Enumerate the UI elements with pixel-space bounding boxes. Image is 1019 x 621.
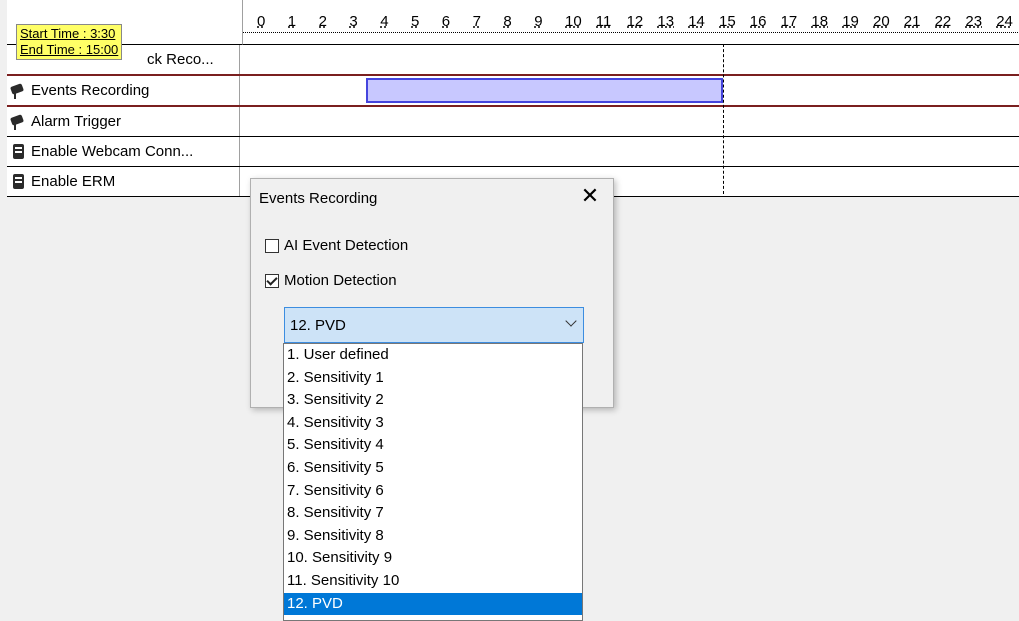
hour-tick-label: 22 [934,13,952,30]
dropdown-option[interactable]: 10. Sensitivity 9 [284,547,582,570]
time-tooltip: Start Time : 3:30 End Time : 15:00 [16,24,123,60]
hour-tick-label: 2 [318,13,327,30]
events-recording-block[interactable] [365,78,723,103]
dropdown-option[interactable]: 5. Sensitivity 4 [284,434,582,457]
hour-tick-label: 11 [595,13,612,30]
hour-tick-label: 8 [503,13,512,30]
hour-tick-label: 3 [349,13,358,30]
row-timeline[interactable] [242,76,1019,105]
hour-tick-label: 4 [380,13,389,30]
dropdown-option[interactable]: 12. PVD [284,592,582,616]
hour-tick-label: 20 [873,13,890,30]
row-clock-recording[interactable]: ck Reco... [7,45,1019,75]
ai-event-detection-checkbox[interactable]: AI Event Detection [265,237,408,254]
hour-tick-label: 1 [287,13,297,30]
row-label-cell: Enable Webcam Conn... [7,137,240,166]
close-button[interactable]: ✕ [577,183,603,209]
dropdown-option[interactable]: 2. Sensitivity 1 [284,367,582,390]
dropdown-option[interactable]: 11. Sensitivity 10 [284,570,582,593]
dropdown-option[interactable]: 4. Sensitivity 3 [284,412,582,435]
row-label-cell: Events Recording [7,76,240,105]
hour-tick-label: 9 [534,13,543,30]
tooltip-end-time: End Time : 15:00 [20,42,119,57]
close-icon: ✕ [580,183,600,208]
checkbox-label: AI Event Detection [284,237,409,254]
dropdown-option[interactable]: 7. Sensitivity 6 [284,480,582,503]
row-timeline[interactable] [242,45,1019,74]
row-alarm-trigger[interactable]: Alarm Trigger [7,107,1019,137]
ruler-dotted-line [243,32,1019,33]
row-label: ck Reco... [147,51,214,68]
row-enable-webcam[interactable]: Enable Webcam Conn... [7,137,1019,167]
dropdown-option[interactable]: 9. Sensitivity 8 [284,525,582,548]
dropdown-option[interactable]: 8. Sensitivity 7 [284,502,582,525]
dropdown-option[interactable]: 1. User defined [284,344,582,367]
dropdown-option[interactable]: 3. Sensitivity 2 [284,389,582,412]
camera-icon [11,114,27,130]
hour-tick-label: 15 [719,13,736,30]
row-label-cell: Alarm Trigger [7,107,240,136]
tooltip-start-time: Start Time : 3:30 [20,26,116,41]
motion-detection-checkbox[interactable]: Motion Detection [265,272,397,289]
row-timeline[interactable] [242,107,1019,136]
hour-tick-label: 21 [903,13,921,30]
row-label: Enable Webcam Conn... [31,143,194,160]
hour-tick-label: 7 [472,13,481,30]
sensitivity-dropdown-list: 1. User defined 2. Sensitivity 1 3. Sensit… [283,343,583,621]
dialog-title: Events Recording [259,190,378,207]
hour-tick-label: 10 [565,13,582,30]
hour-tick-label: 13 [657,13,675,30]
hour-tick-label: 12 [626,13,644,30]
current-time-line [723,44,724,194]
camera-icon [11,83,27,99]
hour-ruler: 0 1 2 3 4 5 6 7 8 9 10 11 12 13 14 15 16 17 18 19 20 21 22 23 24 [242,0,1019,45]
row-label-cell: Enable ERM [7,167,240,196]
checkbox-box[interactable] [265,273,279,288]
row-label: Alarm Trigger [31,113,122,130]
checkbox-label: Motion Detection [284,272,397,289]
hour-tick-label: 17 [780,13,798,30]
hour-tick-label: 16 [749,13,767,30]
hour-tick-label: 24 [996,13,1013,30]
checkbox-box[interactable] [265,238,279,253]
row-events-recording[interactable]: Events Recording [7,74,1019,107]
hour-tick-label: 14 [688,13,705,30]
hour-tick-label: 19 [842,13,859,30]
hour-tick-label: 18 [811,13,829,30]
hour-tick-label: 6 [441,13,451,30]
dropdown-option[interactable]: 6. Sensitivity 5 [284,457,582,480]
hour-tick-label: 23 [965,13,983,30]
row-timeline[interactable] [242,137,1019,166]
server-icon [11,173,27,190]
chevron-down-icon [565,315,577,327]
row-label: Enable ERM [31,173,116,190]
hour-tick-label: 0 [257,13,266,30]
server-icon [11,143,27,160]
select-value: 12. PVD [290,316,346,334]
sensitivity-select[interactable]: 12. PVD [284,307,584,343]
row-label: Events Recording [31,82,150,99]
hour-tick-label: 5 [411,13,420,30]
